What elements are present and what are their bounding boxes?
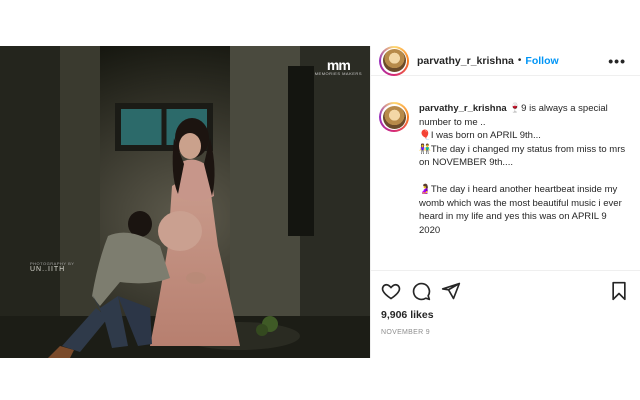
bookmark-icon[interactable] [609, 281, 629, 301]
photo-scene [0, 46, 370, 358]
pregnant-emoji-icon: 🤰 [419, 184, 431, 195]
post-sidebar: parvathy_r_krishna • Follow ••• parvathy… [370, 45, 640, 358]
instagram-post: mm MEMORIES MAKERS PHOTOGRAPHY BY UN..II… [0, 45, 640, 358]
post-photo[interactable]: mm MEMORIES MAKERS PHOTOGRAPHY BY UN..II… [0, 46, 370, 358]
caption-avatar[interactable] [379, 102, 409, 132]
watermark-subtitle: MEMORIES MAKERS [314, 71, 362, 76]
header-username[interactable]: parvathy_r_krishna [417, 55, 514, 67]
watermark-logo: mm [326, 57, 351, 73]
caption-line-2: I was born on APRIL 9th... [430, 130, 541, 141]
couple-emoji-icon: 👫 [419, 143, 431, 155]
post-date[interactable]: NOVEMBER 9 [381, 329, 629, 336]
balloon-emoji-icon: 🎈 [419, 130, 431, 141]
separator-dot: • [517, 55, 522, 66]
caption-line-4: The day i heard another heartbeat inside… [419, 184, 622, 236]
caption-username[interactable]: parvathy_r_krishna [419, 103, 507, 114]
avatar[interactable] [379, 45, 409, 76]
photo-credit-name: UN..IITH [30, 266, 66, 273]
caption-text: parvathy_r_krishna 🍷9 is always a specia… [419, 102, 629, 272]
share-icon[interactable] [441, 281, 461, 301]
more-options-icon[interactable]: ••• [608, 53, 626, 69]
caption-line-3: The day i changed my status from miss to… [419, 143, 626, 169]
follow-button[interactable]: Follow [525, 55, 558, 67]
post-header: parvathy_r_krishna • Follow ••• [371, 45, 640, 76]
comment-icon[interactable] [411, 281, 431, 301]
post-actions: 9,906 likes NOVEMBER 9 [371, 270, 640, 336]
like-count[interactable]: 9,906 likes [381, 309, 629, 321]
heart-icon[interactable] [381, 281, 401, 301]
photographer-watermark: mm MEMORIES MAKERS [315, 58, 362, 76]
photo-credit: PHOTOGRAPHY BY UN..IITH [30, 261, 74, 273]
wine-emoji-icon: 🍷 [509, 103, 522, 114]
post-caption: parvathy_r_krishna 🍷9 is always a specia… [379, 102, 634, 272]
